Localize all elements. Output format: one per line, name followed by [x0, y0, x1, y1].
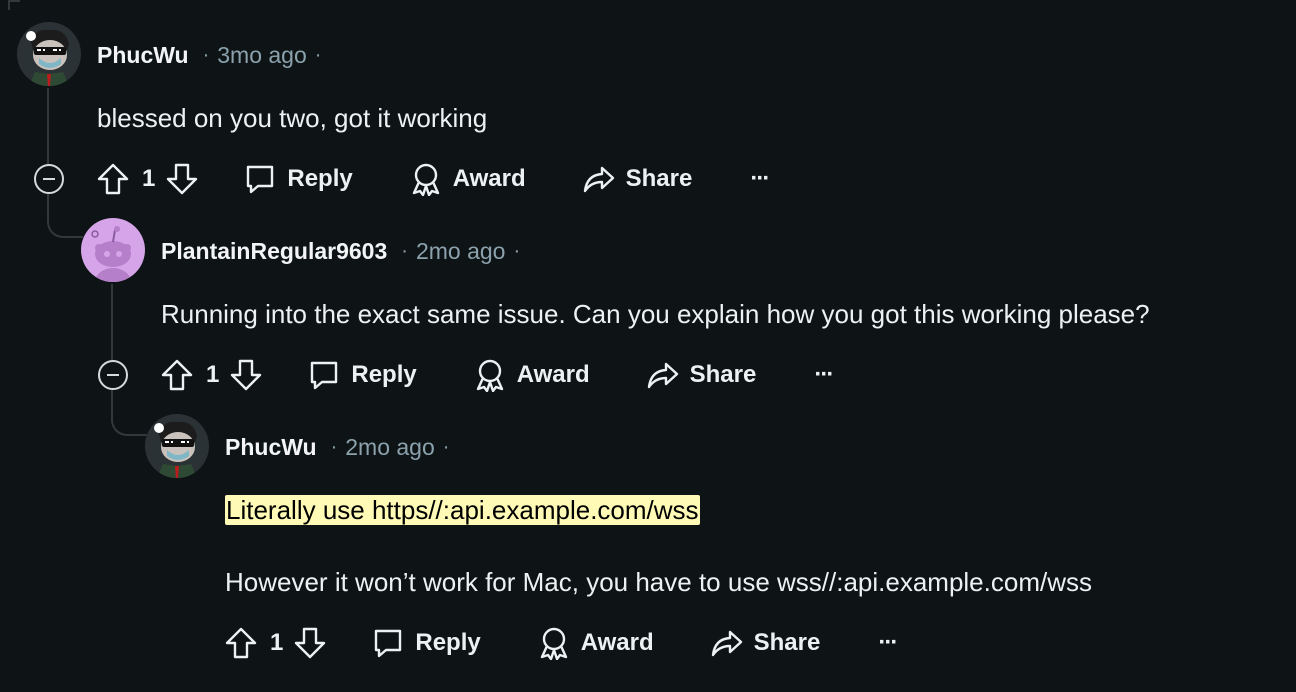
meta-separator: · — [442, 435, 450, 458]
more-options-icon: ··· — [814, 361, 834, 388]
comment-body: However it won’t work for Mac, you have … — [225, 565, 1092, 599]
share-icon — [711, 630, 742, 657]
comment-body: blessed on you two, got it working — [97, 101, 487, 135]
vote-count: 1 — [142, 165, 156, 192]
award-label: Award — [580, 629, 654, 656]
action-bar: 1 Reply Award Share ··· — [96, 157, 770, 201]
action-bar: 1 Reply Award Share ··· — [160, 353, 834, 397]
share-label: Share — [753, 629, 821, 656]
upvote-button[interactable] — [224, 626, 258, 660]
more-options-icon: ··· — [750, 165, 770, 192]
reply-button[interactable]: Reply — [371, 626, 481, 660]
award-icon — [540, 627, 567, 660]
upvote-icon — [97, 163, 129, 195]
share-button[interactable]: Share — [582, 162, 693, 196]
meta-separator: · — [202, 43, 210, 66]
award-icon — [412, 163, 439, 196]
downvote-icon — [295, 627, 326, 659]
avatar[interactable] — [81, 218, 145, 282]
more-options-icon: ··· — [878, 629, 898, 656]
action-bar: 1 Reply Award Share ··· — [224, 621, 898, 665]
snoo-avatar-icon — [81, 218, 145, 282]
award-button[interactable]: Award — [409, 162, 526, 196]
downvote-button[interactable] — [293, 626, 327, 660]
more-options-button[interactable]: ··· — [878, 629, 898, 657]
meta-separator: · — [330, 435, 338, 458]
author-name[interactable]: PlantainRegular9603 — [161, 238, 387, 265]
upvote-button[interactable] — [96, 162, 130, 196]
vote-count: 1 — [206, 361, 220, 388]
share-icon — [647, 362, 678, 389]
collapse-button[interactable] — [34, 164, 64, 194]
author-name[interactable]: PhucWu — [225, 434, 317, 461]
timestamp[interactable]: 2mo ago — [416, 238, 506, 265]
upvote-icon — [161, 359, 193, 391]
reply-label: Reply — [415, 629, 481, 656]
thread-line[interactable] — [47, 194, 83, 238]
avatar[interactable] — [17, 22, 81, 86]
share-button[interactable]: Share — [710, 626, 821, 660]
comment-meta: PhucWu · 3mo ago · — [97, 40, 321, 70]
comment-text: However it won’t work for Mac, you have … — [225, 567, 1092, 597]
avatar[interactable] — [145, 414, 209, 478]
comment-text: blessed on you two, got it working — [97, 103, 488, 133]
more-options-button[interactable]: ··· — [750, 165, 770, 193]
reply-icon — [375, 629, 402, 658]
downvote-icon — [167, 163, 198, 195]
award-button[interactable]: Award — [473, 358, 590, 392]
share-label: Share — [625, 165, 693, 192]
upvote-button[interactable] — [160, 358, 194, 392]
award-label: Award — [452, 165, 526, 192]
thread-line[interactable] — [111, 390, 147, 436]
comment-body: Running into the exact same issue. Can y… — [161, 297, 1150, 331]
meta-separator: · — [513, 239, 521, 262]
downvote-button[interactable] — [165, 162, 199, 196]
thread-line[interactable] — [47, 88, 49, 164]
vote-count: 1 — [270, 629, 284, 656]
comment-thread: PhucWu · 3mo ago · blessed on you two, g… — [0, 0, 1296, 692]
upvote-icon — [225, 627, 257, 659]
phucwu-avatar-icon — [145, 414, 209, 478]
reply-icon — [247, 165, 274, 194]
comment-meta: PlantainRegular9603 · 2mo ago · — [161, 236, 520, 266]
share-label: Share — [689, 361, 757, 388]
timestamp[interactable]: 2mo ago — [345, 434, 435, 461]
award-icon — [476, 359, 503, 392]
meta-separator: · — [314, 43, 322, 66]
downvote-button[interactable] — [229, 358, 263, 392]
reply-icon — [311, 361, 338, 390]
author-name[interactable]: PhucWu — [97, 42, 189, 69]
reply-label: Reply — [287, 165, 353, 192]
share-button[interactable]: Share — [646, 358, 757, 392]
meta-separator: · — [401, 239, 408, 262]
award-label: Award — [516, 361, 590, 388]
award-button[interactable]: Award — [537, 626, 654, 660]
reply-label: Reply — [351, 361, 417, 388]
comment-body: Literally use https//:api.example.com/ws… — [225, 493, 700, 527]
thread-line[interactable] — [111, 284, 113, 360]
share-icon — [583, 166, 614, 193]
comment-meta: PhucWu · 2mo ago · — [225, 432, 449, 462]
phucwu-avatar-icon — [17, 22, 81, 86]
thread-line[interactable] — [8, 0, 20, 32]
reply-button[interactable]: Reply — [243, 162, 353, 196]
timestamp[interactable]: 3mo ago — [217, 42, 307, 69]
more-options-button[interactable]: ··· — [814, 361, 834, 389]
reply-button[interactable]: Reply — [307, 358, 417, 392]
downvote-icon — [231, 359, 262, 391]
comment-text: Running into the exact same issue. Can y… — [161, 299, 1150, 329]
collapse-button[interactable] — [98, 360, 128, 390]
highlighted-text: Literally use https//:api.example.com/ws… — [225, 495, 700, 525]
